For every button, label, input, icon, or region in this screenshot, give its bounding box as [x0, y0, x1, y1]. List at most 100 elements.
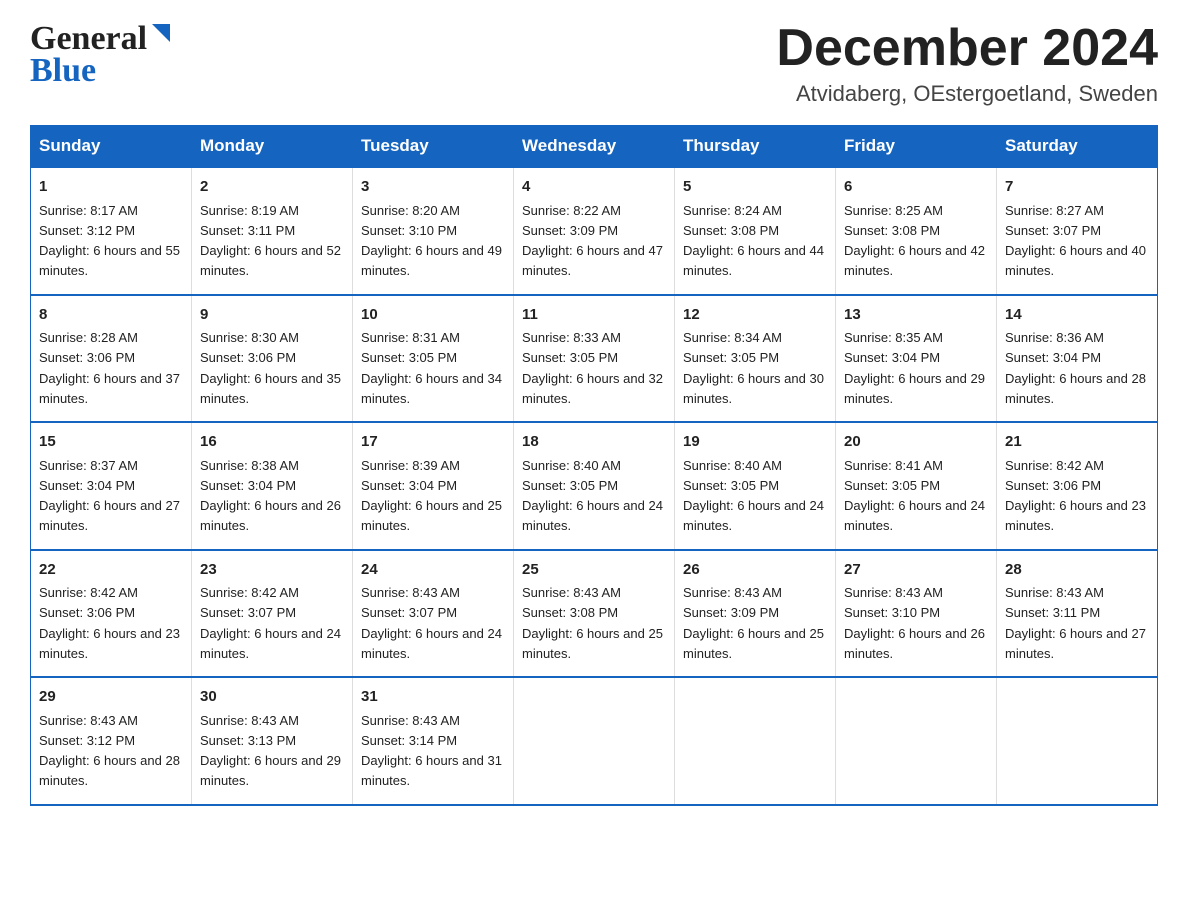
table-row: 23 Sunrise: 8:42 AMSunset: 3:07 PMDayligh… — [192, 550, 353, 678]
day-number: 15 — [39, 431, 183, 454]
day-number: 18 — [522, 431, 666, 454]
table-row: 11 Sunrise: 8:33 AMSunset: 3:05 PMDayligh… — [514, 295, 675, 423]
day-number: 12 — [683, 304, 827, 327]
day-number: 21 — [1005, 431, 1149, 454]
calendar-header-row: Sunday Monday Tuesday Wednesday Thursday… — [31, 126, 1158, 168]
day-info: Sunrise: 8:43 AMSunset: 3:14 PMDaylight:… — [361, 713, 502, 789]
day-info: Sunrise: 8:31 AMSunset: 3:05 PMDaylight:… — [361, 330, 502, 406]
table-row: 17Sunrise: 8:39 AMSunset: 3:04 PMDayligh… — [353, 422, 514, 550]
day-info: Sunrise: 8:34 AMSunset: 3:05 PMDaylight:… — [683, 330, 824, 406]
day-number: 7 — [1005, 176, 1149, 199]
day-info: Sunrise: 8:33 AMSunset: 3:05 PMDaylight:… — [522, 330, 663, 406]
day-info: Sunrise: 8:43 AMSunset: 3:12 PMDaylight:… — [39, 713, 180, 789]
table-row: 25 Sunrise: 8:43 AMSunset: 3:08 PMDayligh… — [514, 550, 675, 678]
table-row: 21 Sunrise: 8:42 AMSunset: 3:06 PMDayligh… — [997, 422, 1158, 550]
calendar-week-row: 1Sunrise: 8:17 AMSunset: 3:12 PMDaylight… — [31, 167, 1158, 295]
table-row — [997, 677, 1158, 805]
day-info: Sunrise: 8:43 AMSunset: 3:07 PMDaylight:… — [361, 585, 502, 661]
table-row: 7 Sunrise: 8:27 AMSunset: 3:07 PMDaylight… — [997, 167, 1158, 295]
day-number: 16 — [200, 431, 344, 454]
day-number: 28 — [1005, 559, 1149, 582]
day-info: Sunrise: 8:43 AMSunset: 3:08 PMDaylight:… — [522, 585, 663, 661]
col-tuesday: Tuesday — [353, 126, 514, 168]
table-row: 16 Sunrise: 8:38 AMSunset: 3:04 PMDayligh… — [192, 422, 353, 550]
day-number: 24 — [361, 559, 505, 582]
table-row: 30 Sunrise: 8:43 AMSunset: 3:13 PMDayligh… — [192, 677, 353, 805]
day-info: Sunrise: 8:20 AMSunset: 3:10 PMDaylight:… — [361, 203, 502, 279]
day-number: 4 — [522, 176, 666, 199]
day-number: 6 — [844, 176, 988, 199]
day-info: Sunrise: 8:35 AMSunset: 3:04 PMDaylight:… — [844, 330, 985, 406]
day-number: 5 — [683, 176, 827, 199]
day-number: 30 — [200, 686, 344, 709]
day-info: Sunrise: 8:36 AMSunset: 3:04 PMDaylight:… — [1005, 330, 1146, 406]
table-row: 18Sunrise: 8:40 AMSunset: 3:05 PMDayligh… — [514, 422, 675, 550]
table-row: 20 Sunrise: 8:41 AMSunset: 3:05 PMDayligh… — [836, 422, 997, 550]
day-number: 20 — [844, 431, 988, 454]
calendar-table: Sunday Monday Tuesday Wednesday Thursday… — [30, 125, 1158, 806]
table-row: 8 Sunrise: 8:28 AMSunset: 3:06 PMDaylight… — [31, 295, 192, 423]
day-number: 22 — [39, 559, 183, 582]
table-row: 4 Sunrise: 8:22 AMSunset: 3:09 PMDaylight… — [514, 167, 675, 295]
calendar-week-row: 15 Sunrise: 8:37 AMSunset: 3:04 PMDayligh… — [31, 422, 1158, 550]
day-info: Sunrise: 8:43 AMSunset: 3:09 PMDaylight:… — [683, 585, 824, 661]
table-row: 27Sunrise: 8:43 AMSunset: 3:10 PMDayligh… — [836, 550, 997, 678]
day-number: 13 — [844, 304, 988, 327]
location-title: Atvidaberg, OEstergoetland, Sweden — [776, 81, 1158, 107]
day-number: 2 — [200, 176, 344, 199]
table-row — [514, 677, 675, 805]
col-monday: Monday — [192, 126, 353, 168]
col-thursday: Thursday — [675, 126, 836, 168]
day-info: Sunrise: 8:37 AMSunset: 3:04 PMDaylight:… — [39, 458, 180, 534]
logo: General Blue — [30, 20, 172, 90]
day-info: Sunrise: 8:43 AMSunset: 3:11 PMDaylight:… — [1005, 585, 1146, 661]
day-number: 25 — [522, 559, 666, 582]
table-row: 26Sunrise: 8:43 AMSunset: 3:09 PMDayligh… — [675, 550, 836, 678]
day-number: 3 — [361, 176, 505, 199]
logo-blue: Blue — [30, 52, 96, 90]
table-row: 6 Sunrise: 8:25 AMSunset: 3:08 PMDaylight… — [836, 167, 997, 295]
col-saturday: Saturday — [997, 126, 1158, 168]
day-number: 29 — [39, 686, 183, 709]
table-row: 19 Sunrise: 8:40 AMSunset: 3:05 PMDayligh… — [675, 422, 836, 550]
col-sunday: Sunday — [31, 126, 192, 168]
table-row: 5Sunrise: 8:24 AMSunset: 3:08 PMDaylight… — [675, 167, 836, 295]
table-row: 12 Sunrise: 8:34 AMSunset: 3:05 PMDayligh… — [675, 295, 836, 423]
col-wednesday: Wednesday — [514, 126, 675, 168]
day-info: Sunrise: 8:25 AMSunset: 3:08 PMDaylight:… — [844, 203, 985, 279]
day-number: 23 — [200, 559, 344, 582]
table-row: 15 Sunrise: 8:37 AMSunset: 3:04 PMDayligh… — [31, 422, 192, 550]
day-info: Sunrise: 8:43 AMSunset: 3:13 PMDaylight:… — [200, 713, 341, 789]
day-info: Sunrise: 8:43 AMSunset: 3:10 PMDaylight:… — [844, 585, 985, 661]
table-row: 2 Sunrise: 8:19 AMSunset: 3:11 PMDaylight… — [192, 167, 353, 295]
day-info: Sunrise: 8:38 AMSunset: 3:04 PMDaylight:… — [200, 458, 341, 534]
table-row: 22Sunrise: 8:42 AMSunset: 3:06 PMDayligh… — [31, 550, 192, 678]
day-info: Sunrise: 8:22 AMSunset: 3:09 PMDaylight:… — [522, 203, 663, 279]
day-info: Sunrise: 8:28 AMSunset: 3:06 PMDaylight:… — [39, 330, 180, 406]
day-info: Sunrise: 8:42 AMSunset: 3:07 PMDaylight:… — [200, 585, 341, 661]
table-row: 28 Sunrise: 8:43 AMSunset: 3:11 PMDayligh… — [997, 550, 1158, 678]
table-row: 29 Sunrise: 8:43 AMSunset: 3:12 PMDayligh… — [31, 677, 192, 805]
table-row: 9Sunrise: 8:30 AMSunset: 3:06 PMDaylight… — [192, 295, 353, 423]
day-number: 10 — [361, 304, 505, 327]
day-number: 1 — [39, 176, 183, 199]
day-info: Sunrise: 8:39 AMSunset: 3:04 PMDaylight:… — [361, 458, 502, 534]
day-number: 8 — [39, 304, 183, 327]
day-info: Sunrise: 8:40 AMSunset: 3:05 PMDaylight:… — [683, 458, 824, 534]
day-info: Sunrise: 8:41 AMSunset: 3:05 PMDaylight:… — [844, 458, 985, 534]
calendar-week-row: 22Sunrise: 8:42 AMSunset: 3:06 PMDayligh… — [31, 550, 1158, 678]
logo-flag-icon — [150, 22, 172, 44]
title-area: December 2024 Atvidaberg, OEstergoetland… — [776, 20, 1158, 107]
day-info: Sunrise: 8:19 AMSunset: 3:11 PMDaylight:… — [200, 203, 341, 279]
day-info: Sunrise: 8:27 AMSunset: 3:07 PMDaylight:… — [1005, 203, 1146, 279]
day-number: 9 — [200, 304, 344, 327]
table-row: 14Sunrise: 8:36 AMSunset: 3:04 PMDayligh… — [997, 295, 1158, 423]
table-row: 3 Sunrise: 8:20 AMSunset: 3:10 PMDaylight… — [353, 167, 514, 295]
col-friday: Friday — [836, 126, 997, 168]
day-info: Sunrise: 8:42 AMSunset: 3:06 PMDaylight:… — [1005, 458, 1146, 534]
day-number: 19 — [683, 431, 827, 454]
day-number: 31 — [361, 686, 505, 709]
table-row: 31 Sunrise: 8:43 AMSunset: 3:14 PMDayligh… — [353, 677, 514, 805]
calendar-week-row: 8 Sunrise: 8:28 AMSunset: 3:06 PMDaylight… — [31, 295, 1158, 423]
day-number: 11 — [522, 304, 666, 327]
